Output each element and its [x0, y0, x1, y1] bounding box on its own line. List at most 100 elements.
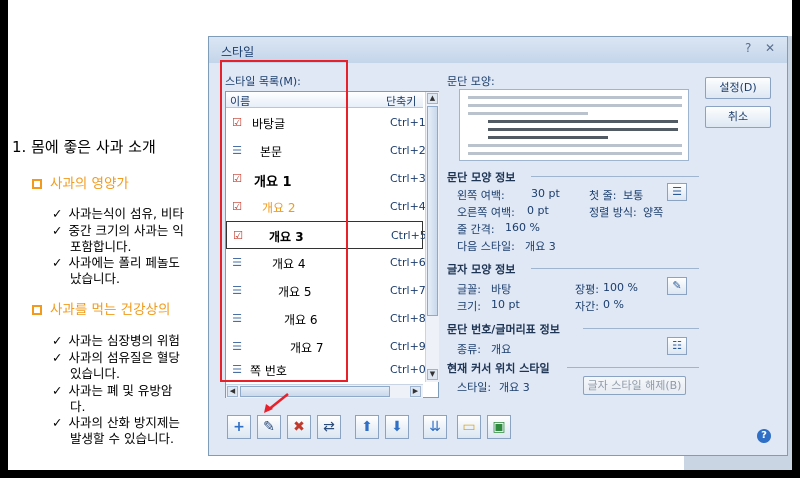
- add-style-icon[interactable]: +: [227, 415, 251, 439]
- next-style-label: 다음 스타일:: [457, 240, 515, 253]
- first-line-label: 첫 줄:: [589, 189, 617, 202]
- font-label: 글꼴:: [457, 283, 481, 296]
- right-margin-label: 오른쪽 여백:: [457, 206, 515, 219]
- spacing-value: 0 %: [603, 298, 624, 311]
- dialog-title: 스타일: [221, 45, 255, 59]
- set-button[interactable]: 설정(D): [705, 77, 771, 99]
- line-spacing-value: 160 %: [505, 221, 540, 234]
- import-style-icon[interactable]: ⇊: [423, 415, 447, 439]
- check-icon: ✓: [52, 255, 63, 270]
- help-icon[interactable]: ?: [745, 41, 751, 55]
- first-line-value: 보통: [623, 189, 644, 202]
- style-item-shortcut: Ctrl+2: [390, 144, 426, 157]
- style-item-shortcut: Ctrl+9: [390, 340, 426, 353]
- line-spacing-label: 줄 간격:: [457, 223, 495, 236]
- doc-subheading-2-text: 사과를 먹는 건강상의: [50, 302, 171, 318]
- cursor-style-value: 개요 3: [499, 381, 530, 394]
- check-icon: ✓: [52, 333, 63, 348]
- paragraph-preview: [459, 89, 689, 161]
- vscroll-thumb[interactable]: [427, 106, 438, 316]
- scroll-left-icon[interactable]: ◀: [227, 386, 238, 397]
- replace-style-icon[interactable]: ⇄: [317, 415, 341, 439]
- type-value: 개요: [491, 343, 512, 356]
- style-item-shortcut: Ctrl+1: [390, 116, 426, 129]
- close-icon[interactable]: ✕: [765, 41, 775, 55]
- release-char-style-button[interactable]: 글자 스타일 해제(B): [583, 376, 686, 395]
- cursor-style-label: 스타일:: [457, 381, 492, 394]
- style-item-shortcut: Ctrl+5: [391, 229, 427, 242]
- para-info-title: 문단 모양 정보: [447, 171, 516, 184]
- ratio-label: 장평:: [575, 283, 599, 296]
- doc-bullet-text: 사과는식이 섬유, 비타: [68, 206, 184, 221]
- red-arrow-icon: [264, 393, 289, 413]
- cancel-button[interactable]: 취소: [705, 106, 771, 128]
- spacing-label: 자간:: [575, 300, 599, 313]
- cursor-style-title: 현재 커서 위치 스타일: [447, 362, 550, 375]
- delete-style-icon[interactable]: ✖: [287, 415, 311, 439]
- document-margin-top: [684, 0, 792, 36]
- help-circle-icon[interactable]: ?: [757, 429, 771, 443]
- orange-square-icon: [32, 179, 42, 189]
- check-icon: ✓: [52, 223, 63, 238]
- separator: [583, 328, 699, 329]
- doc-bullet-text: 사과는 심장병의 위험: [68, 333, 180, 348]
- numbering-list-icon[interactable]: ☷: [667, 337, 687, 355]
- separator: [531, 268, 699, 269]
- preview-label: 문단 모양:: [447, 75, 495, 88]
- edit-style-icon[interactable]: ✎: [257, 415, 281, 439]
- column-shortcut[interactable]: 단축키: [386, 93, 416, 109]
- move-down-icon[interactable]: ⬇: [385, 415, 409, 439]
- move-up-icon[interactable]: ⬆: [355, 415, 379, 439]
- right-margin-value: 0 pt: [527, 204, 549, 217]
- next-style-value: 개요 3: [525, 240, 556, 253]
- scroll-down-icon[interactable]: ▼: [427, 369, 438, 380]
- align-value: 양쪽: [643, 206, 664, 219]
- char-info-title: 글자 모양 정보: [447, 263, 516, 276]
- doc-bullet-continued: 났습니다.: [70, 271, 120, 286]
- left-margin-label: 왼쪽 여백:: [457, 189, 505, 202]
- style-item-shortcut: Ctrl+8: [390, 312, 426, 325]
- left-margin-value: 30 pt: [531, 187, 560, 200]
- type-label: 종류:: [457, 343, 481, 356]
- align-label: 정렬 방식:: [589, 206, 637, 219]
- size-label: 크기:: [457, 300, 481, 313]
- style-list-vscroll[interactable]: ▲ ▼: [425, 92, 439, 382]
- style-item-shortcut: Ctrl+0: [390, 363, 426, 376]
- scroll-right-icon[interactable]: ▶: [410, 386, 421, 397]
- size-value: 10 pt: [491, 298, 520, 311]
- ratio-value: 100 %: [603, 281, 638, 294]
- preview-line: [468, 96, 682, 99]
- check-icon: ✓: [52, 206, 63, 221]
- font-value: 바탕: [491, 283, 512, 296]
- preview-line: [468, 144, 682, 147]
- preview-line: [468, 104, 682, 107]
- check-icon: ✓: [52, 350, 63, 365]
- save-style-icon[interactable]: ▣: [487, 415, 511, 439]
- doc-heading: 1. 몸에 좋은 사과 소개: [12, 138, 156, 156]
- style-list-hscroll[interactable]: ◀ ▶: [226, 384, 423, 398]
- red-highlight-box: [220, 60, 348, 382]
- style-item-shortcut: Ctrl+6: [390, 256, 426, 269]
- orange-square-icon: [32, 305, 42, 315]
- paragraph-shape-icon[interactable]: ☰: [667, 183, 687, 201]
- preview-line: [468, 152, 682, 155]
- style-item-shortcut: Ctrl+7: [390, 284, 426, 297]
- open-folder-icon[interactable]: ▭: [457, 415, 481, 439]
- preview-line: [488, 120, 678, 123]
- style-item-shortcut: Ctrl+4: [390, 200, 426, 213]
- numbering-title: 문단 번호/글머리표 정보: [447, 323, 560, 336]
- style-item-shortcut: Ctrl+3: [390, 172, 426, 185]
- doc-subheading-2: 사과를 먹는 건강상의: [32, 298, 170, 318]
- check-icon: ✓: [52, 415, 63, 430]
- separator: [567, 367, 699, 368]
- separator: [531, 176, 699, 177]
- char-shape-icon[interactable]: ✎: [667, 277, 687, 295]
- preview-line: [488, 136, 608, 139]
- doc-subheading-1-text: 사과의 영양가: [50, 176, 129, 192]
- check-icon: ✓: [52, 383, 63, 398]
- doc-subheading-1: 사과의 영양가: [32, 172, 129, 192]
- preview-line: [468, 112, 588, 115]
- scroll-up-icon[interactable]: ▲: [427, 93, 438, 104]
- doc-bullet-continued: 발생할 수 있습니다.: [70, 431, 174, 446]
- preview-line: [488, 128, 678, 131]
